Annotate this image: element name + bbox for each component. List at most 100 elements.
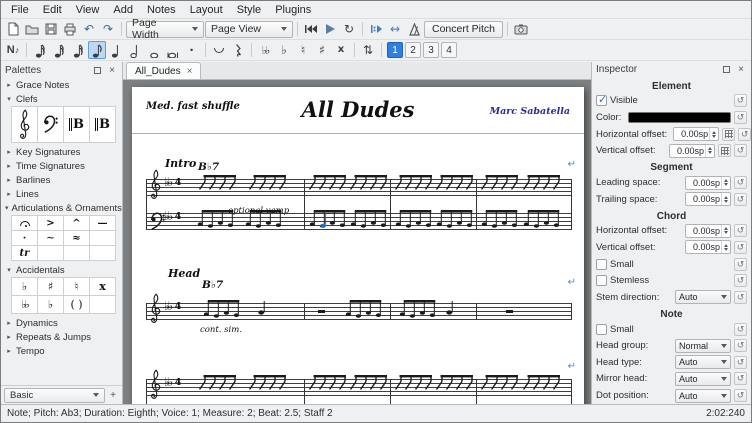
reset-button[interactable]: ↺: [738, 128, 751, 141]
barline[interactable]: [146, 179, 147, 230]
empty-cell[interactable]: [90, 296, 116, 314]
score-system-1[interactable]: ♭♭ ♭♭ 44 44: [146, 173, 572, 239]
menu-file[interactable]: File: [4, 3, 36, 17]
barline[interactable]: [571, 379, 572, 404]
score-system-3[interactable]: ♭♭ 44: [146, 373, 572, 404]
duration-half-button[interactable]: [126, 41, 144, 59]
menu-notes[interactable]: Notes: [140, 3, 183, 17]
flat-cell[interactable]: ♭: [12, 278, 38, 296]
undock-button[interactable]: [91, 64, 103, 76]
duration-eighth-button[interactable]: [88, 41, 106, 59]
duration-64th-button[interactable]: [31, 41, 49, 59]
marcato-cell[interactable]: ^: [64, 216, 90, 231]
note-group[interactable]: [394, 210, 434, 229]
tab-close-icon[interactable]: ×: [187, 66, 193, 77]
menu-add[interactable]: Add: [106, 3, 140, 17]
menu-plugins[interactable]: Plugins: [268, 3, 318, 17]
slash-notation[interactable]: [394, 175, 434, 192]
spin-arrows[interactable]: [721, 225, 730, 237]
slash-notation[interactable]: [248, 375, 288, 392]
staff-text-vamp[interactable]: optional vamp: [228, 206, 289, 216]
chord-symbol[interactable]: B♭7: [198, 161, 219, 173]
barline[interactable]: [146, 379, 147, 404]
slash-notation[interactable]: [308, 375, 348, 392]
chord-voffset-spinbox[interactable]: 0.00sp: [685, 240, 731, 254]
staff-text-cont[interactable]: cont. sim.: [200, 325, 242, 335]
stem-direction-select[interactable]: Auto: [675, 290, 731, 304]
slash-notation[interactable]: [198, 175, 238, 192]
undock-button[interactable]: [720, 64, 732, 76]
barline[interactable]: [304, 179, 305, 230]
bass-clef-cell[interactable]: [38, 107, 64, 143]
tie-button[interactable]: [210, 41, 228, 59]
duration-32nd-button[interactable]: [50, 41, 68, 59]
slash-notation[interactable]: [480, 175, 520, 192]
rewind-button[interactable]: [302, 20, 320, 38]
menu-style[interactable]: Style: [230, 3, 268, 17]
slash-notation[interactable]: [349, 175, 389, 192]
natural-button[interactable]: ♮: [294, 41, 312, 59]
view-mode-combobox[interactable]: Page View: [205, 21, 293, 38]
palette-item-tempo[interactable]: ▸Tempo: [1, 344, 122, 358]
dot-position-select[interactable]: Auto: [675, 389, 731, 403]
duration-16th-button[interactable]: [69, 41, 87, 59]
selected-note[interactable]: [319, 213, 328, 229]
palette-item-key-signatures[interactable]: ▸Key Signatures: [1, 145, 122, 159]
key-signature[interactable]: ♭♭: [164, 299, 171, 313]
empty-cell[interactable]: [90, 231, 116, 246]
flat-small-cell[interactable]: ♭: [38, 296, 64, 314]
double-sharp-cell[interactable]: x: [90, 278, 116, 296]
sharp-cell[interactable]: ♯: [38, 278, 64, 296]
reset-button[interactable]: ↺: [734, 111, 747, 124]
spin-arrows[interactable]: [705, 145, 714, 157]
system-break-icon[interactable]: ↵: [568, 159, 576, 170]
note-group[interactable]: [349, 210, 389, 229]
snap-to-grid-button[interactable]: [718, 144, 731, 157]
key-signature[interactable]: ♭♭: [164, 209, 171, 223]
note-group[interactable]: [398, 300, 438, 319]
mordent-cell[interactable]: ∼: [38, 231, 64, 246]
reset-button[interactable]: ↺: [734, 274, 747, 287]
palette-item-time-signatures[interactable]: ▸Time Signatures: [1, 159, 122, 173]
score-page[interactable]: Med. fast shuffle All Dudes Marc Sabatel…: [132, 87, 584, 404]
color-swatch[interactable]: [628, 112, 731, 123]
note-group[interactable]: [522, 210, 562, 229]
slash-notation[interactable]: [248, 175, 288, 192]
reset-button[interactable]: ↺: [734, 193, 747, 206]
section-label-intro[interactable]: Intro: [165, 157, 196, 170]
chord-symbol[interactable]: B♭7: [202, 279, 223, 291]
accent-cell[interactable]: >: [38, 216, 64, 231]
menu-layout[interactable]: Layout: [183, 3, 230, 17]
barline[interactable]: [571, 179, 572, 230]
treble-clef-icon[interactable]: [148, 293, 163, 325]
key-signature[interactable]: ♭♭: [164, 375, 171, 389]
fermata-cell[interactable]: [12, 216, 38, 231]
palette-item-articulations[interactable]: ▾Articulations & Ornaments: [1, 201, 122, 215]
rest[interactable]: [318, 310, 326, 314]
slash-notation[interactable]: [308, 175, 348, 192]
slash-notation[interactable]: [480, 375, 520, 392]
hoffset-spinbox[interactable]: 0.00sp: [673, 127, 719, 141]
duration-quarter-button[interactable]: [107, 41, 125, 59]
rest-button[interactable]: [229, 41, 247, 59]
slash-notation[interactable]: [522, 375, 562, 392]
natural-cell[interactable]: ♮: [64, 278, 90, 296]
note-group[interactable]: [344, 300, 384, 319]
mirror-head-select[interactable]: Auto: [675, 372, 731, 386]
print-button[interactable]: [61, 20, 79, 38]
snap-to-grid-button[interactable]: [722, 128, 735, 141]
reset-button[interactable]: ↺: [734, 258, 747, 271]
section-label-head[interactable]: Head: [168, 267, 200, 280]
double-flat-cell[interactable]: ♭♭: [12, 296, 38, 314]
reset-button[interactable]: ↺: [734, 144, 747, 157]
reset-button[interactable]: ↺: [734, 241, 747, 254]
slash-notation[interactable]: [435, 375, 475, 392]
barline[interactable]: [476, 379, 477, 404]
double-flat-button[interactable]: ♭♭: [256, 41, 274, 59]
rest[interactable]: [506, 310, 514, 314]
pan-score-button[interactable]: ↔: [386, 20, 404, 38]
reset-button[interactable]: ↺: [734, 291, 747, 304]
empty-cell[interactable]: [90, 246, 116, 261]
palette-item-lines[interactable]: ▸Lines: [1, 187, 122, 201]
double-sharp-button[interactable]: x: [332, 41, 350, 59]
